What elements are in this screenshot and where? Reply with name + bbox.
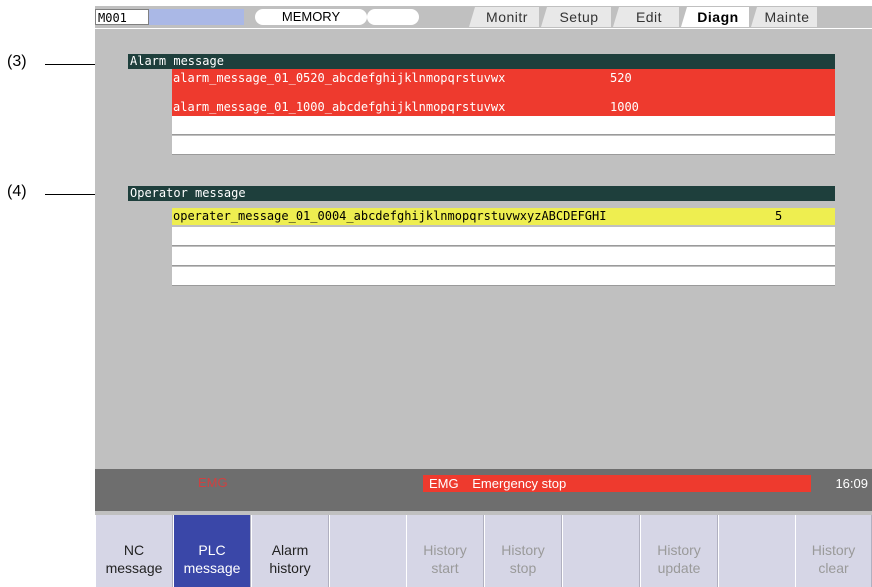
alarm-row-empty[interactable] — [172, 136, 835, 155]
menu-label: start — [431, 560, 459, 576]
menu-label: PLC — [198, 542, 226, 558]
menu-bar: NC message PLC message Alarm history His… — [95, 515, 872, 587]
menu-label: clear — [818, 560, 849, 576]
operator-row-empty[interactable] — [172, 267, 835, 286]
emg-label: EMG — [429, 476, 459, 491]
mode-indicator-blank — [367, 9, 419, 25]
operator-message-header: Operator message — [128, 186, 835, 201]
alarm-row-empty[interactable] — [172, 116, 835, 135]
menu-empty-4[interactable] — [329, 515, 407, 587]
tab-mainte[interactable]: Mainte — [751, 7, 817, 27]
alarm-text: alarm_message_01_1000_abcdefghijklnmopqr… — [173, 100, 506, 114]
menu-nc-message[interactable]: NC message — [95, 515, 173, 587]
menu-label: message — [183, 560, 241, 576]
alarm-row-gap — [172, 87, 835, 98]
mode-display: MEMORY — [255, 9, 367, 25]
menu-label: History — [657, 542, 701, 558]
tab-diagn[interactable]: Diagn — [681, 7, 749, 27]
callout-4: (4) — [7, 183, 27, 200]
alarm-row[interactable]: alarm_message_01_1000_abcdefghijklnmopqr… — [172, 98, 835, 116]
operator-number: 5 — [775, 209, 783, 223]
status-indicator — [149, 9, 244, 25]
menu-label: Alarm — [271, 542, 309, 558]
menu-history-update[interactable]: History update — [640, 515, 718, 587]
menu-history-clear[interactable]: History clear — [795, 515, 872, 587]
menu-label: message — [105, 560, 163, 576]
tab-setup[interactable]: Setup — [541, 7, 611, 27]
menu-label: update — [657, 560, 701, 576]
operator-row-empty[interactable] — [172, 247, 835, 266]
menu-history-start[interactable]: History start — [406, 515, 484, 587]
screen-id: M001 — [95, 9, 149, 25]
alarm-number: 1000 — [610, 100, 639, 114]
alarm-text: alarm_message_01_0520_abcdefghijklnmopqr… — [173, 71, 506, 85]
alarm-message-header: Alarm message — [128, 54, 835, 69]
alarm-number: 520 — [610, 71, 632, 85]
menu-empty-9[interactable] — [718, 515, 796, 587]
menu-plc-message[interactable]: PLC message — [173, 515, 251, 587]
callout-3: (3) — [7, 53, 27, 70]
menu-label: History — [423, 542, 467, 558]
status-bar: EMG EMG Emergency stop 16:09 — [95, 469, 872, 511]
clock: 16:09 — [835, 476, 868, 491]
emergency-message: EMG Emergency stop — [423, 475, 811, 492]
tab-edit[interactable]: Edit — [613, 7, 679, 27]
emg-indicator: EMG — [198, 475, 228, 490]
menu-label: stop — [509, 560, 537, 576]
menu-alarm-history[interactable]: Alarm history — [251, 515, 329, 587]
alarm-row[interactable]: alarm_message_01_0520_abcdefghijklnmopqr… — [172, 69, 835, 87]
menu-label: History — [501, 542, 545, 558]
cnc-screen: M001 MEMORY Monitr Setup Edit Diagn Main… — [95, 6, 872, 587]
menu-history-stop[interactable]: History stop — [484, 515, 562, 587]
divider — [95, 28, 872, 29]
operator-row[interactable]: operater_message_01_0004_abcdefghijklnmo… — [172, 208, 835, 225]
menu-label: History — [811, 542, 856, 558]
tab-monitr[interactable]: Monitr — [469, 7, 539, 27]
menu-label: history — [269, 560, 311, 576]
menu-label: NC — [123, 542, 145, 558]
top-bar: M001 MEMORY Monitr Setup Edit Diagn Main… — [95, 6, 872, 28]
operator-row-empty[interactable] — [172, 227, 835, 246]
menu-empty-7[interactable] — [562, 515, 640, 587]
operator-text: operater_message_01_0004_abcdefghijklnmo… — [173, 209, 607, 223]
emg-message-text: Emergency stop — [472, 476, 567, 491]
